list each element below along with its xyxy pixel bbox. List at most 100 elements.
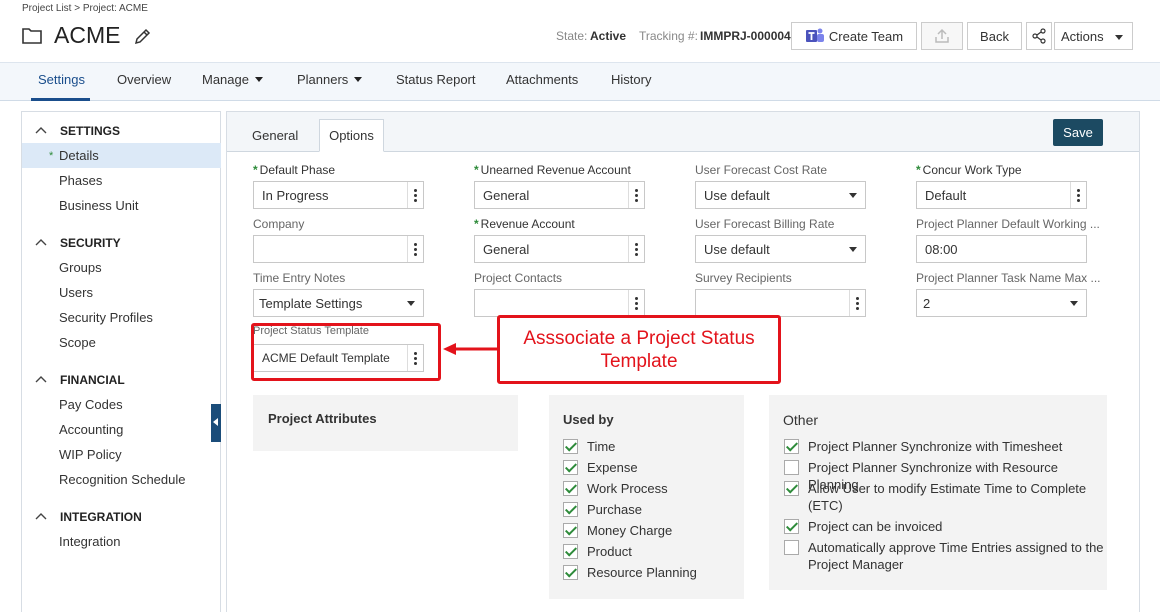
tab-status-report[interactable]: Status Report — [396, 72, 476, 87]
chevron-up-icon — [35, 513, 47, 520]
sub-tabs: General Options Save — [227, 112, 1139, 152]
upload-button[interactable] — [921, 22, 963, 50]
back-button[interactable]: Back — [967, 22, 1022, 50]
used-by-expense-checkbox[interactable]: Expense — [563, 459, 638, 476]
more-options-icon[interactable] — [628, 182, 644, 208]
checkbox-checked[interactable] — [563, 523, 578, 538]
survey-recipients-field[interactable] — [695, 289, 866, 317]
section-financial[interactable]: FINANCIAL — [22, 369, 222, 391]
survey-recipients-label: Survey Recipients — [695, 271, 792, 285]
tab-planners[interactable]: Planners — [297, 72, 363, 87]
used-by-product-checkbox[interactable]: Product — [563, 543, 632, 560]
company-field[interactable] — [253, 235, 424, 263]
checkbox-checked[interactable] — [563, 460, 578, 475]
used-by-title: Used by — [563, 412, 614, 427]
state-label: State: — [556, 29, 588, 43]
actions-dropdown[interactable]: Actions — [1054, 22, 1133, 50]
sidebar-item-integration[interactable]: Integration — [22, 529, 221, 554]
sidebar-item-users[interactable]: Users — [22, 280, 221, 305]
revenue-account-field[interactable]: General — [474, 235, 645, 263]
company-label: Company — [253, 217, 305, 231]
used-by-money-charge-checkbox[interactable]: Money Charge — [563, 522, 672, 539]
more-options-icon[interactable] — [407, 182, 423, 208]
checkbox-checked[interactable] — [784, 481, 799, 496]
forecast-billing-rate-select[interactable]: Use default — [695, 235, 866, 263]
sidebar-item-details[interactable]: * Details — [22, 143, 221, 168]
planner-task-name-label: Project Planner Task Name Max ... — [916, 271, 1101, 285]
revenue-account-label: * Revenue Account — [474, 217, 575, 231]
tab-options[interactable]: Options — [319, 119, 384, 152]
checkbox-unchecked[interactable] — [784, 460, 799, 475]
sidebar-item-wip-policy[interactable]: WIP Policy — [22, 442, 221, 467]
sidebar-item-recognition-schedule[interactable]: Recognition Schedule — [22, 467, 221, 492]
sidebar-item-accounting[interactable]: Accounting — [22, 417, 221, 442]
more-options-icon[interactable] — [1070, 182, 1086, 208]
folder-icon — [22, 28, 42, 44]
can-be-invoiced-checkbox[interactable]: Project can be invoiced — [784, 518, 1102, 535]
used-by-panel: Used by Time Expense Work Process Purcha… — [549, 395, 744, 599]
tab-history[interactable]: History — [611, 72, 651, 87]
checkbox-checked[interactable] — [563, 439, 578, 454]
time-entry-notes-label: Time Entry Notes — [253, 271, 346, 285]
sync-timesheet-checkbox[interactable]: Project Planner Synchronize with Timeshe… — [784, 438, 1102, 455]
state-value: Active — [590, 29, 627, 43]
section-integration[interactable]: INTEGRATION — [22, 506, 222, 528]
checkbox-checked[interactable] — [784, 519, 799, 534]
more-options-icon[interactable] — [628, 290, 644, 316]
tab-settings[interactable]: Settings — [38, 72, 85, 87]
planner-working-field[interactable]: 08:00 — [916, 235, 1087, 263]
create-team-button[interactable]: Create Team — [791, 22, 917, 50]
project-contacts-label: Project Contacts — [474, 271, 563, 285]
sidebar-item-business-unit[interactable]: Business Unit — [22, 193, 221, 218]
more-options-icon[interactable] — [628, 236, 644, 262]
section-security[interactable]: SECURITY — [22, 232, 222, 254]
checkbox-unchecked[interactable] — [784, 540, 799, 555]
pencil-icon[interactable] — [133, 28, 151, 46]
share-button[interactable] — [1026, 22, 1052, 50]
chevron-up-icon — [35, 239, 47, 246]
annotation-highlight-box — [251, 323, 441, 381]
sidebar-item-security-profiles[interactable]: Security Profiles — [22, 305, 221, 330]
tracking-label: Tracking #: — [639, 29, 698, 43]
concur-work-type-field[interactable]: Default — [916, 181, 1087, 209]
more-options-icon[interactable] — [849, 290, 865, 316]
sidebar-item-scope[interactable]: Scope — [22, 330, 221, 355]
sidebar-item-groups[interactable]: Groups — [22, 255, 221, 280]
sidebar-item-phases[interactable]: Phases — [22, 168, 221, 193]
forecast-billing-rate-label: User Forecast Billing Rate — [695, 217, 835, 231]
time-entry-notes-select[interactable]: Template Settings — [253, 289, 424, 317]
used-by-resource-planning-checkbox[interactable]: Resource Planning — [563, 564, 697, 581]
checkbox-checked[interactable] — [563, 502, 578, 517]
concur-work-type-label: * Concur Work Type — [916, 163, 1022, 177]
unearned-revenue-field[interactable]: General — [474, 181, 645, 209]
used-by-time-checkbox[interactable]: Time — [563, 438, 615, 455]
breadcrumb[interactable]: Project List > Project: ACME — [22, 3, 148, 14]
default-phase-field[interactable]: In Progress — [253, 181, 424, 209]
forecast-cost-rate-select[interactable]: Use default — [695, 181, 866, 209]
tab-general[interactable]: General — [237, 119, 312, 152]
checkbox-checked[interactable] — [784, 439, 799, 454]
checkbox-checked[interactable] — [563, 565, 578, 580]
collapse-sidebar-handle[interactable] — [211, 404, 221, 442]
sidebar-item-pay-codes[interactable]: Pay Codes — [22, 392, 221, 417]
planner-working-label: Project Planner Default Working ... — [916, 217, 1100, 231]
tab-overview[interactable]: Overview — [117, 72, 171, 87]
main-nav: Settings Overview Manage Planners Status… — [0, 62, 1160, 101]
used-by-purchase-checkbox[interactable]: Purchase — [563, 501, 642, 518]
teams-icon — [805, 28, 824, 42]
planner-task-name-select[interactable]: 2 — [916, 289, 1087, 317]
share-icon — [1032, 28, 1046, 44]
tab-manage[interactable]: Manage — [202, 72, 263, 87]
modify-etc-checkbox[interactable]: Allow User to modify Estimate Time to Co… — [784, 480, 1089, 514]
section-settings[interactable]: SETTINGS — [22, 120, 222, 142]
more-options-icon[interactable] — [407, 236, 423, 262]
tab-attachments[interactable]: Attachments — [506, 72, 578, 87]
project-contacts-field[interactable] — [474, 289, 645, 317]
save-button[interactable]: Save — [1053, 119, 1103, 146]
checkbox-checked[interactable] — [563, 481, 578, 496]
used-by-work-process-checkbox[interactable]: Work Process — [563, 480, 668, 497]
chevron-up-icon — [35, 127, 47, 134]
tracking-value: IMMPRJ-000004 — [700, 29, 791, 43]
checkbox-checked[interactable] — [563, 544, 578, 559]
auto-approve-checkbox[interactable]: Automatically approve Time Entries assig… — [784, 539, 1104, 573]
